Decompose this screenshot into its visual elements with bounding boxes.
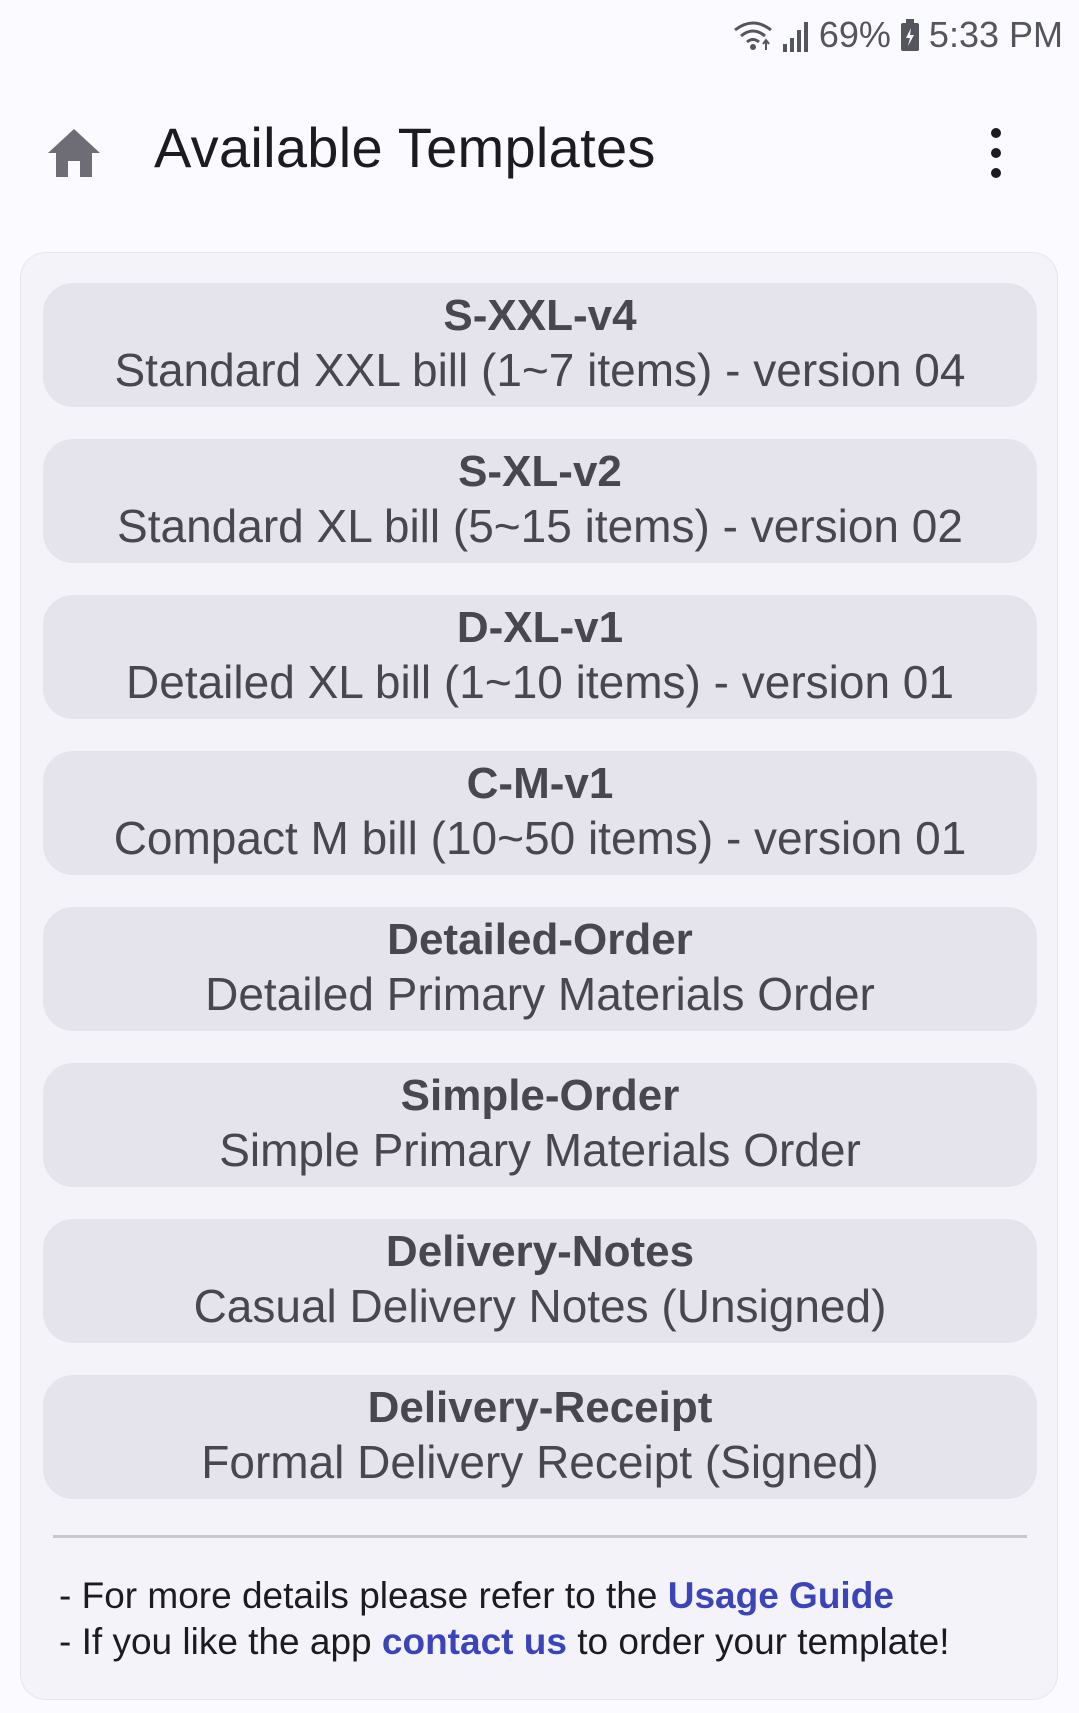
template-description: Standard XL bill (5~15 items) - version … <box>117 500 963 552</box>
template-code: S-XXL-v4 <box>443 291 637 340</box>
page-title: Available Templates <box>154 116 656 179</box>
footer-usage-text: - For more details please refer to the <box>59 1575 668 1616</box>
footer-usage-line: - For more details please refer to the U… <box>59 1575 894 1617</box>
templates-card: S-XXL-v4 Standard XXL bill (1~7 items) -… <box>20 252 1058 1700</box>
template-button-detailed-order[interactable]: Detailed-Order Detailed Primary Material… <box>43 907 1037 1031</box>
contact-us-link[interactable]: contact us <box>382 1621 567 1662</box>
usage-guide-link[interactable]: Usage Guide <box>668 1575 894 1616</box>
template-button-simple-order[interactable]: Simple-Order Simple Primary Materials Or… <box>43 1063 1037 1187</box>
template-description: Compact M bill (10~50 items) - version 0… <box>113 812 967 864</box>
template-description: Simple Primary Materials Order <box>219 1124 861 1176</box>
template-code: Simple-Order <box>400 1071 680 1120</box>
battery-icon <box>899 18 921 52</box>
template-code: Detailed-Order <box>387 915 693 964</box>
template-button-s-xxl-v4[interactable]: S-XXL-v4 Standard XXL bill (1~7 items) -… <box>43 283 1037 407</box>
wifi-icon <box>733 18 773 52</box>
footer-contact-suffix: to order your template! <box>566 1621 950 1662</box>
template-button-d-xl-v1[interactable]: D-XL-v1 Detailed XL bill (1~10 items) - … <box>43 595 1037 719</box>
template-code: C-M-v1 <box>466 759 614 808</box>
template-description: Casual Delivery Notes (Unsigned) <box>193 1280 887 1332</box>
battery-percent: 69% <box>818 14 891 55</box>
template-description: Standard XXL bill (1~7 items) - version … <box>114 344 966 396</box>
template-button-s-xl-v2[interactable]: S-XL-v2 Standard XL bill (5~15 items) - … <box>43 439 1037 563</box>
template-description: Detailed Primary Materials Order <box>205 968 875 1020</box>
status-bar: 69% 5:33 PM <box>0 0 1079 70</box>
more-vert-icon[interactable] <box>981 123 1011 183</box>
home-icon[interactable] <box>44 125 104 181</box>
template-button-delivery-notes[interactable]: Delivery-Notes Casual Delivery Notes (Un… <box>43 1219 1037 1343</box>
signal-icon <box>781 18 811 52</box>
footer-contact-line: - If you like the app contact us to orde… <box>59 1621 949 1663</box>
template-code: D-XL-v1 <box>456 603 624 652</box>
template-code: Delivery-Receipt <box>367 1383 713 1432</box>
clock: 5:33 PM <box>928 14 1063 55</box>
template-description: Detailed XL bill (1~10 items) - version … <box>126 656 954 708</box>
status-indicators: 69% 5:33 PM <box>733 10 1063 60</box>
footer-contact-prefix: - If you like the app <box>59 1621 382 1662</box>
template-code: S-XL-v2 <box>458 447 622 496</box>
template-description: Formal Delivery Receipt (Signed) <box>201 1436 879 1488</box>
template-button-delivery-receipt[interactable]: Delivery-Receipt Formal Delivery Receipt… <box>43 1375 1037 1499</box>
template-button-c-m-v1[interactable]: C-M-v1 Compact M bill (10~50 items) - ve… <box>43 751 1037 875</box>
app-bar: Available Templates <box>0 95 1079 205</box>
template-code: Delivery-Notes <box>385 1227 695 1276</box>
divider <box>53 1535 1027 1538</box>
